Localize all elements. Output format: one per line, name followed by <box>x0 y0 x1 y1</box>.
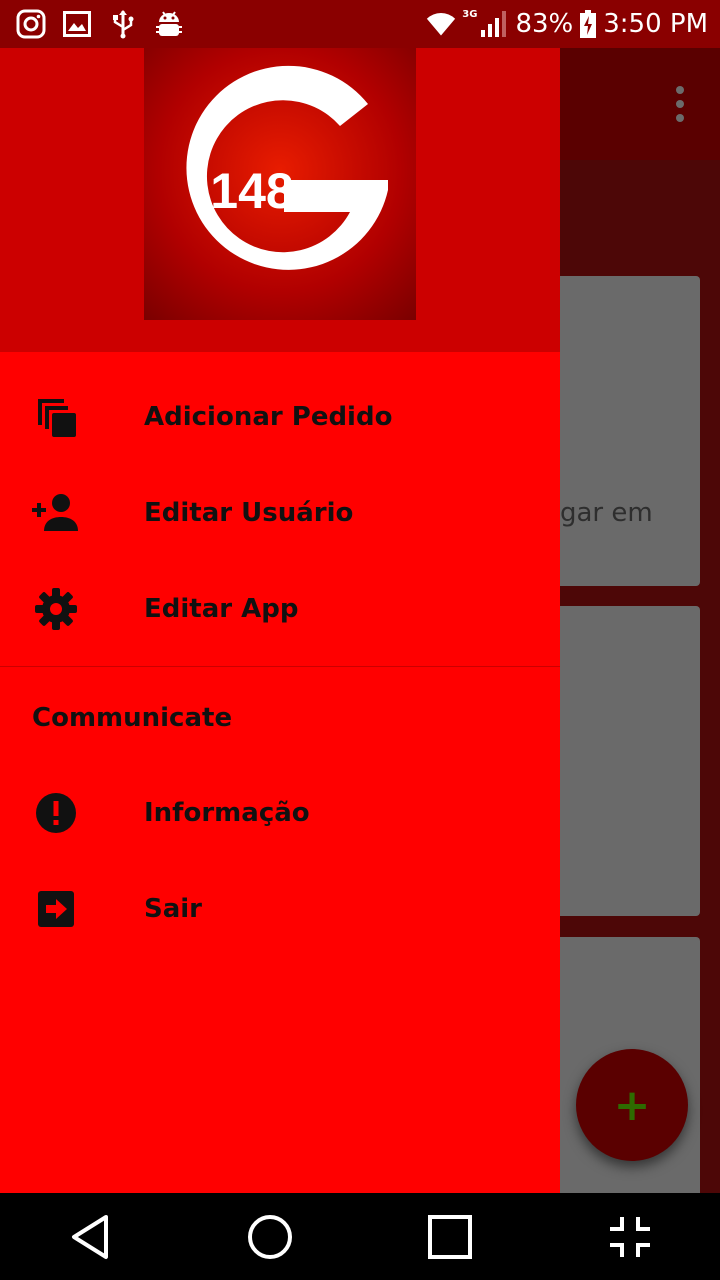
wifi-icon <box>426 9 456 39</box>
copy-icon <box>32 393 80 441</box>
battery-percent: 83% <box>515 9 574 39</box>
recents-icon[interactable] <box>420 1207 480 1267</box>
menu-item-adicionar-pedido[interactable]: Adicionar Pedido <box>0 369 560 465</box>
menu-item-label: Editar Usuário <box>144 498 354 528</box>
overflow-menu-icon[interactable] <box>674 86 686 122</box>
menu-item-label: Sair <box>144 894 203 924</box>
logo-number: 148 <box>210 163 293 219</box>
back-icon[interactable] <box>60 1207 120 1267</box>
menu-item-label: Informação <box>144 798 310 828</box>
collapse-icon[interactable] <box>600 1207 660 1267</box>
system-nav-bar <box>0 1193 720 1280</box>
menu-item-label: Adicionar Pedido <box>144 402 393 432</box>
info-alert-icon <box>32 789 80 837</box>
status-bar: 3G 83% 3:50 PM <box>0 0 720 48</box>
menu-item-informacao[interactable]: Informação <box>0 765 560 861</box>
home-icon[interactable] <box>240 1207 300 1267</box>
add-fab-button[interactable]: + <box>576 1049 688 1161</box>
battery-charging-icon <box>579 9 597 39</box>
menu-item-label: Editar App <box>144 594 299 624</box>
section-title-communicate: Communicate <box>32 703 233 733</box>
gear-icon <box>32 585 80 633</box>
app-logo: 148 <box>144 48 416 320</box>
usb-icon <box>108 9 138 39</box>
navigation-drawer: 148 Adicionar Pedido Editar Usuário Edit… <box>0 48 560 1193</box>
instagram-icon <box>16 9 46 39</box>
drawer-header: 148 <box>0 48 560 352</box>
drawer-menu: Adicionar Pedido Editar Usuário Editar A… <box>0 352 560 657</box>
list-card[interactable]: gar em <box>540 276 700 586</box>
person-add-icon <box>32 489 80 537</box>
card-text: gar em <box>560 498 653 528</box>
clock: 3:50 PM <box>603 9 708 39</box>
list-card[interactable] <box>540 606 700 916</box>
menu-item-editar-usuario[interactable]: Editar Usuário <box>0 465 560 561</box>
menu-item-sair[interactable]: Sair <box>0 861 560 957</box>
image-icon <box>62 9 92 39</box>
signal-icon <box>479 9 509 39</box>
menu-item-editar-app[interactable]: Editar App <box>0 561 560 657</box>
network-type: 3G <box>462 8 478 20</box>
android-debug-icon <box>154 9 184 39</box>
exit-icon <box>32 885 80 933</box>
